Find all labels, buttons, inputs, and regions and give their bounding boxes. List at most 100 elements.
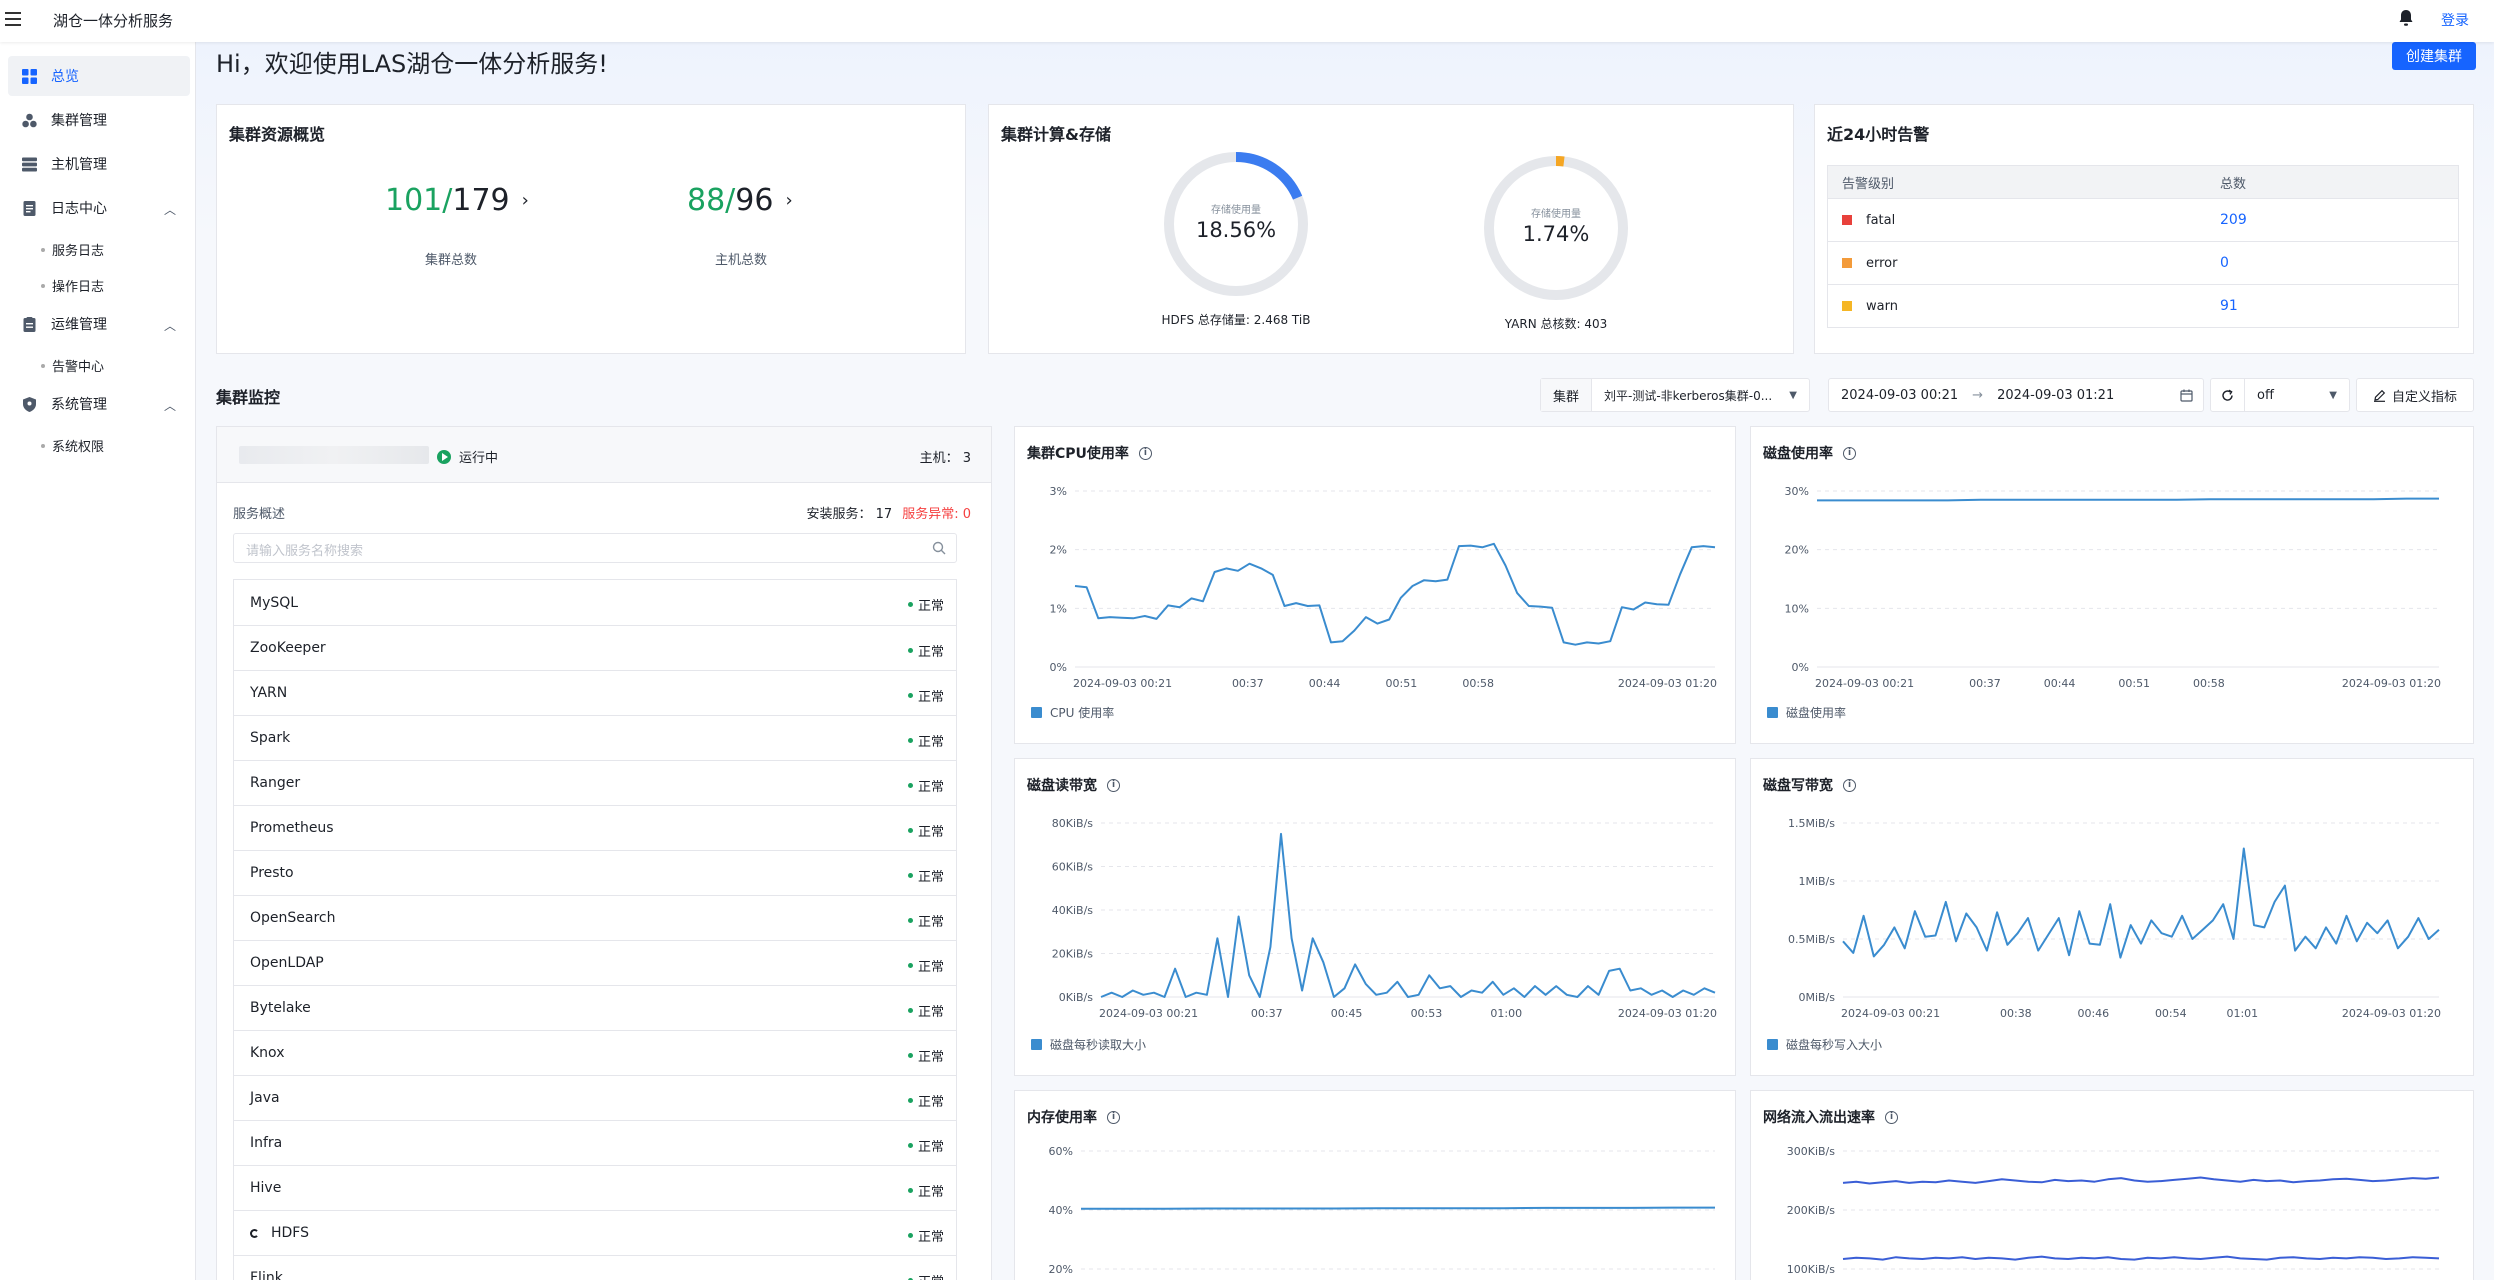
sidebar-sub-service-log[interactable]: 服务日志 xyxy=(40,240,104,259)
login-link[interactable]: 登录 xyxy=(2441,10,2469,30)
service-row[interactable]: Presto 正常 xyxy=(234,850,956,895)
service-row[interactable]: HDFS 正常 xyxy=(234,1210,956,1255)
card-title: 近24小时告警 xyxy=(1827,125,1930,144)
alert-row-error: error 0 xyxy=(1828,241,2458,284)
abnormal-count: 服务异常: 0 xyxy=(902,507,971,522)
col-level: 告警级别 xyxy=(1842,176,1895,192)
sidebar-item-cluster[interactable]: 集群管理 xyxy=(8,100,190,140)
info-icon[interactable]: i xyxy=(1885,1110,1898,1124)
series-line[interactable] xyxy=(1074,542,1716,646)
chart-legend[interactable]: 磁盘每秒读取大小 xyxy=(1031,1036,1146,1053)
service-row[interactable]: Java 正常 xyxy=(234,1075,956,1120)
alert-count-link[interactable]: 209 xyxy=(2220,212,2247,228)
series-line[interactable] xyxy=(1817,497,2439,502)
sidebar-item-system[interactable]: 系统管理 ︿ xyxy=(8,384,190,424)
status-text: 运行中 xyxy=(459,451,499,466)
legend-label: CPU 使用率 xyxy=(1050,706,1115,720)
service-name: ZooKeeper xyxy=(250,640,326,656)
service-overview-label: 服务概述 xyxy=(233,507,286,522)
info-icon[interactable]: i xyxy=(1843,446,1856,460)
chart-legend[interactable]: 磁盘每秒写入大小 xyxy=(1767,1036,1882,1053)
y-tick-label: 0% xyxy=(1792,661,1809,674)
service-name: Ranger xyxy=(250,775,301,791)
service-row[interactable]: Prometheus 正常 xyxy=(234,805,956,850)
service-panel-header: 运行中 主机： 3 xyxy=(217,427,991,483)
info-icon[interactable]: i xyxy=(1138,446,1152,460)
sidebar-item-host[interactable]: 主机管理 xyxy=(8,144,190,184)
legend-swatch xyxy=(1031,707,1042,718)
service-row[interactable]: MySQL 正常 xyxy=(234,580,956,625)
series-line[interactable] xyxy=(1842,847,2440,959)
bell-icon[interactable] xyxy=(2398,9,2414,27)
sidebar-item-ops[interactable]: 运维管理 ︿ xyxy=(8,304,190,344)
service-search-input[interactable]: 请输入服务名称搜索 xyxy=(233,533,957,563)
network-chart-card: 网络流入流出速率 i 300KiB/s 200KiB/s 100KiB/s xyxy=(1750,1090,2474,1280)
service-row[interactable]: Infra 正常 xyxy=(234,1120,956,1165)
service-row[interactable]: Knox 正常 xyxy=(234,1030,956,1075)
time-range-picker[interactable]: 2024-09-03 00:21 → 2024-09-03 01:21 xyxy=(1828,378,2204,412)
refresh-icon[interactable] xyxy=(2211,379,2245,411)
cluster-select[interactable]: 集群 刘平-测试-非kerberos集群-0... ▼ xyxy=(1540,378,1810,412)
sidebar-sub-operation-log[interactable]: 操作日志 xyxy=(40,276,104,295)
service-row[interactable]: YARN 正常 xyxy=(234,670,956,715)
sidebar-item-log-center[interactable]: 日志中心 ︿ xyxy=(8,188,190,228)
info-icon[interactable]: i xyxy=(1843,778,1856,792)
alert-count-link[interactable]: 0 xyxy=(2220,255,2229,271)
service-name: OpenSearch xyxy=(250,910,336,926)
series-line[interactable] xyxy=(1100,832,1716,998)
chart-legend[interactable]: 磁盘使用率 xyxy=(1767,704,1846,721)
service-row[interactable]: Spark 正常 xyxy=(234,715,956,760)
service-status: 正常 xyxy=(908,956,944,975)
service-stats: 安装服务： 17 服务异常: 0 xyxy=(807,503,971,522)
service-row[interactable]: OpenLDAP 正常 xyxy=(234,940,956,985)
x-tick-label: 2024-09-03 00:21 xyxy=(1073,677,1172,690)
x-tick-label: 2024-09-03 01:20 xyxy=(1618,677,1717,690)
y-tick-label: 100KiB/s xyxy=(1787,1263,1836,1276)
sidebar-item-overview[interactable]: 总览 xyxy=(8,56,190,96)
series-line[interactable] xyxy=(1081,1206,1715,1210)
x-tick-label: 00:51 xyxy=(2118,677,2150,690)
service-row[interactable]: ZooKeeper 正常 xyxy=(234,625,956,670)
x-tick-label: 00:38 xyxy=(2000,1007,2032,1020)
chart-title: 磁盘读带宽 i xyxy=(1027,775,1120,795)
service-status: 正常 xyxy=(908,866,944,885)
y-tick-label: 30% xyxy=(1785,485,1809,498)
disk-usage-chart: 30% 20% 10% 0% 2024-09-03 00:21 00:37 00:44 00:… xyxy=(1785,485,2441,690)
y-tick-label: 20% xyxy=(1049,1263,1073,1276)
compute-storage-card: 集群计算&存储 存储使用量 18.56% HDFS 总存储量: 2.468 Ti… xyxy=(988,104,1794,354)
chart-title-text: 磁盘使用率 xyxy=(1763,446,1833,462)
sidebar-sub-system-perm[interactable]: 系统权限 xyxy=(40,436,104,455)
y-tick-label: 0KiB/s xyxy=(1059,991,1094,1004)
sidebar-item-label: 主机管理 xyxy=(51,157,107,173)
service-name: Prometheus xyxy=(250,820,334,836)
sidebar-sub-alert-center[interactable]: 告警中心 xyxy=(40,356,104,375)
y-tick-label: 40% xyxy=(1049,1204,1073,1217)
service-row[interactable]: Flink 正常 xyxy=(234,1255,956,1280)
caret-down-icon: ▼ xyxy=(1789,389,1797,401)
chart-legend[interactable]: CPU 使用率 xyxy=(1031,704,1114,721)
cluster-count-label: 集群总数 xyxy=(425,253,478,268)
y-tick-label: 300KiB/s xyxy=(1787,1145,1836,1158)
info-icon[interactable]: i xyxy=(1107,1110,1120,1124)
alert-count-link[interactable]: 91 xyxy=(2220,298,2238,314)
legend-label: 磁盘使用率 xyxy=(1786,706,1847,720)
calendar-icon xyxy=(2180,389,2193,402)
x-tick-label: 2024-09-03 01:20 xyxy=(2342,677,2441,690)
service-status: 正常 xyxy=(908,1181,944,1200)
refresh-select[interactable]: off ▼ xyxy=(2210,378,2350,412)
alert-row-fatal: fatal 209 xyxy=(1828,198,2458,241)
host-count[interactable]: 88/96 › xyxy=(687,183,793,218)
series-line[interactable] xyxy=(1842,1255,2440,1261)
menu-icon[interactable] xyxy=(5,12,21,26)
sidebar-item-label: 运维管理 xyxy=(51,317,107,333)
service-row[interactable]: Hive 正常 xyxy=(234,1165,956,1210)
search-icon[interactable] xyxy=(932,541,946,555)
service-row[interactable]: Ranger 正常 xyxy=(234,760,956,805)
service-row[interactable]: Bytelake 正常 xyxy=(234,985,956,1030)
custom-metrics-button[interactable]: 自定义指标 xyxy=(2356,378,2474,412)
create-cluster-button[interactable]: 创建集群 xyxy=(2392,42,2476,70)
service-row[interactable]: OpenSearch 正常 xyxy=(234,895,956,940)
cluster-count[interactable]: 101/179 › xyxy=(385,183,529,218)
series-line[interactable] xyxy=(1842,1176,2440,1185)
info-icon[interactable]: i xyxy=(1107,778,1120,792)
